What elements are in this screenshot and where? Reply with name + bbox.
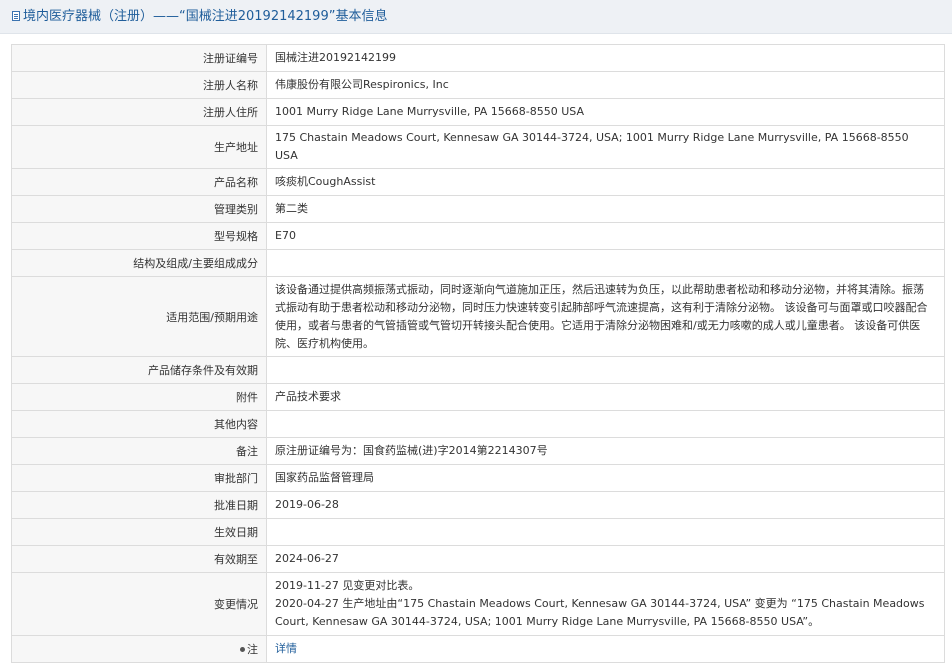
value-production-address: 175 Chastain Meadows Court, Kennesaw GA … — [266, 125, 945, 169]
value-structure — [266, 249, 945, 277]
table-row: 注 详情 — [11, 635, 945, 663]
value-storage — [266, 356, 945, 384]
label-approval-date: 批准日期 — [11, 491, 267, 519]
label-management-class: 管理类别 — [11, 195, 267, 223]
label-other: 其他内容 — [11, 410, 267, 438]
value-registrant-address: 1001 Murry Ridge Lane Murrysville, PA 15… — [266, 98, 945, 126]
label-production-address: 生产地址 — [11, 125, 267, 169]
value-changes: 2019-11-27 见变更对比表。 2020-04-27 生产地址由“175 … — [266, 572, 945, 636]
value-note: 详情 — [266, 635, 945, 663]
label-note: 注 — [11, 635, 267, 663]
table-row: 其他内容 — [11, 410, 945, 438]
label-structure: 结构及组成/主要组成成分 — [11, 249, 267, 277]
table-row: 型号规格 E70 — [11, 222, 945, 250]
info-table: 注册证编号 国械注进20192142199 注册人名称 伟康股份有限公司Resp… — [11, 44, 945, 663]
table-row: 批准日期 2019-06-28 — [11, 491, 945, 519]
table-row: 生产地址 175 Chastain Meadows Court, Kennesa… — [11, 125, 945, 169]
value-model-spec: E70 — [266, 222, 945, 250]
value-attachment: 产品技术要求 — [266, 383, 945, 411]
page: 境内医疗器械（注册）——“国械注进20192142199”基本信息 注册证编号 … — [0, 0, 952, 671]
page-header: 境内医疗器械（注册）——“国械注进20192142199”基本信息 — [0, 0, 952, 34]
value-reg-no: 国械注进20192142199 — [266, 44, 945, 72]
change-entry: 2020-04-27 生产地址由“175 Chastain Meadows Co… — [275, 597, 925, 628]
value-approval-dept: 国家药品监督管理局 — [266, 464, 945, 492]
table-row: 适用范围/预期用途 该设备通过提供高频振荡式振动，同时逐渐向气道施加正压，然后迅… — [11, 276, 945, 357]
value-valid-until: 2024-06-27 — [266, 545, 945, 573]
table-row: 附件 产品技术要求 — [11, 383, 945, 411]
page-title: 境内医疗器械（注册）——“国械注进20192142199”基本信息 — [23, 9, 388, 24]
label-registrant-name: 注册人名称 — [11, 71, 267, 99]
table-row: 管理类别 第二类 — [11, 195, 945, 223]
value-intended-use: 该设备通过提供高频振荡式振动，同时逐渐向气道施加正压，然后迅速转为负压，以此帮助… — [266, 276, 945, 357]
document-icon — [12, 11, 20, 21]
table-row: 变更情况 2019-11-27 见变更对比表。 2020-04-27 生产地址由… — [11, 572, 945, 636]
value-management-class: 第二类 — [266, 195, 945, 223]
value-product-name: 咳痰机CoughAssist — [266, 168, 945, 196]
table-row: 产品储存条件及有效期 — [11, 356, 945, 384]
label-registrant-address: 注册人住所 — [11, 98, 267, 126]
table-row: 生效日期 — [11, 518, 945, 546]
table-row: 注册证编号 国械注进20192142199 — [11, 44, 945, 72]
table-row: 注册人住所 1001 Murry Ridge Lane Murrysville,… — [11, 98, 945, 126]
label-intended-use: 适用范围/预期用途 — [11, 276, 267, 357]
label-product-name: 产品名称 — [11, 168, 267, 196]
info-table-container: 注册证编号 国械注进20192142199 注册人名称 伟康股份有限公司Resp… — [11, 44, 945, 663]
change-entry: 2019-11-27 见变更对比表。 — [275, 579, 420, 592]
value-approval-date: 2019-06-28 — [266, 491, 945, 519]
value-registrant-name: 伟康股份有限公司Respironics, Inc — [266, 71, 945, 99]
label-reg-no: 注册证编号 — [11, 44, 267, 72]
value-effective-date — [266, 518, 945, 546]
table-row: 审批部门 国家药品监督管理局 — [11, 464, 945, 492]
table-row: 产品名称 咳痰机CoughAssist — [11, 168, 945, 196]
pin-icon — [240, 647, 245, 652]
details-link[interactable]: 详情 — [275, 642, 297, 655]
value-remarks: 原注册证编号为：国食药监械(进)字2014第2214307号 — [266, 437, 945, 465]
table-row: 备注 原注册证编号为：国食药监械(进)字2014第2214307号 — [11, 437, 945, 465]
table-row: 有效期至 2024-06-27 — [11, 545, 945, 573]
label-storage: 产品储存条件及有效期 — [11, 356, 267, 384]
label-effective-date: 生效日期 — [11, 518, 267, 546]
note-label: 注 — [247, 643, 258, 656]
table-row: 注册人名称 伟康股份有限公司Respironics, Inc — [11, 71, 945, 99]
label-attachment: 附件 — [11, 383, 267, 411]
table-row: 结构及组成/主要组成成分 — [11, 249, 945, 277]
label-model-spec: 型号规格 — [11, 222, 267, 250]
label-changes: 变更情况 — [11, 572, 267, 636]
label-remarks: 备注 — [11, 437, 267, 465]
label-valid-until: 有效期至 — [11, 545, 267, 573]
label-approval-dept: 审批部门 — [11, 464, 267, 492]
value-other — [266, 410, 945, 438]
